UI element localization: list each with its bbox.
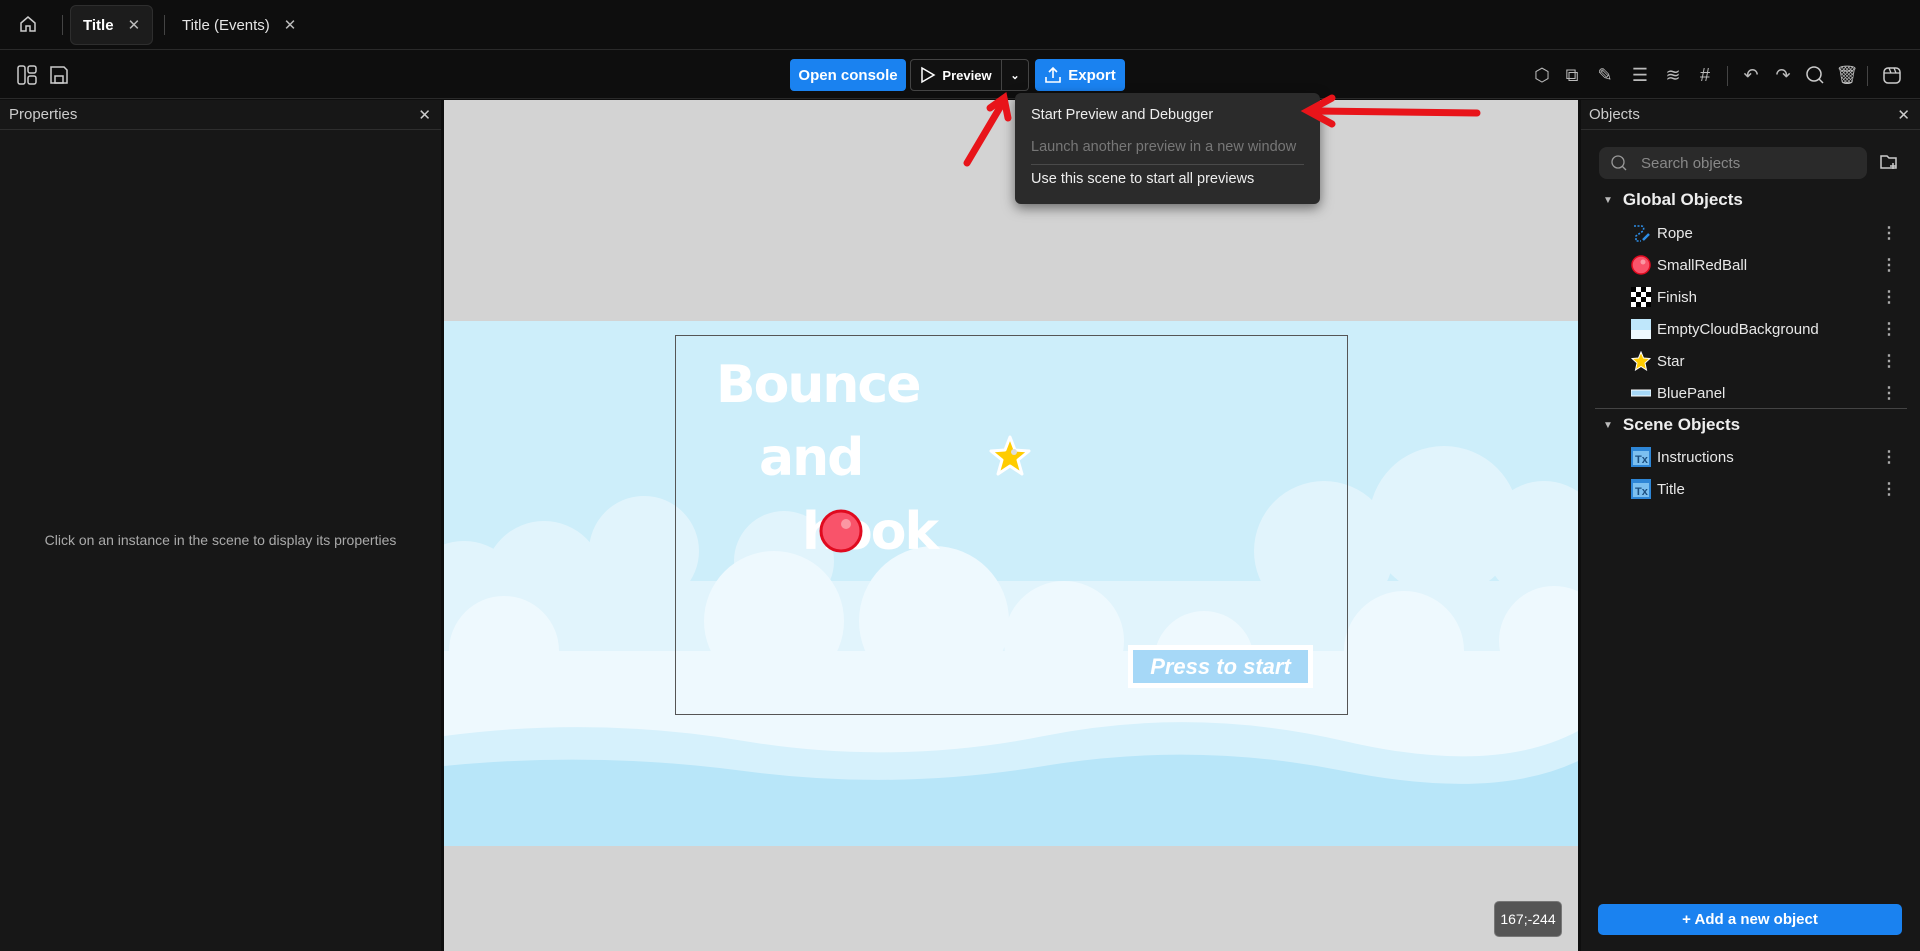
item-label: SmallRedBall — [1657, 256, 1748, 274]
item-label: Rope — [1657, 224, 1693, 242]
cursor-coordinates: 167;-244 — [1494, 901, 1562, 937]
list-item[interactable]: Rope ⋮ — [1581, 217, 1920, 249]
more-options-icon[interactable]: ⋮ — [1881, 319, 1897, 339]
grid-hash-icon[interactable]: # — [1694, 64, 1716, 86]
scene-properties-icon[interactable] — [1881, 64, 1903, 86]
add-folder-icon[interactable] — [1879, 152, 1899, 175]
global-objects-header[interactable]: ▼ Global Objects — [1603, 190, 1743, 210]
empty-properties-message: Click on an instance in the scene to dis… — [44, 532, 397, 548]
menu-item-use-scene-start-previews[interactable]: Use this scene to start all previews — [1031, 171, 1254, 187]
tab-title-events[interactable]: Title (Events) ✕ — [170, 5, 308, 45]
search-objects-input[interactable]: Search objects — [1599, 147, 1867, 179]
objects-panel: Objects ✕ Search objects ▼ Global Objects … — [1581, 100, 1920, 951]
button-label: Export — [1068, 66, 1116, 84]
search-placeholder: Search objects — [1641, 154, 1741, 172]
menu-item-launch-new-window: Launch another preview in a new window — [1031, 139, 1297, 155]
tab-bar: Title ✕ Title (Events) ✕ — [0, 0, 1920, 50]
press-to-start-panel[interactable]: Press to start — [1128, 645, 1313, 688]
redo-icon[interactable]: ↷ — [1772, 64, 1794, 86]
close-icon[interactable]: ✕ — [284, 16, 297, 34]
more-options-icon[interactable]: ⋮ — [1881, 351, 1897, 371]
toolbar: Open console Preview ⌄ Export ⬡ ⧉ ✎ ☰ ≋ … — [0, 51, 1920, 99]
more-options-icon[interactable]: ⋮ — [1881, 447, 1897, 467]
upload-icon — [1045, 66, 1062, 83]
export-button[interactable]: Export — [1035, 59, 1125, 91]
star-sprite[interactable] — [988, 434, 1032, 478]
object-groups-icon[interactable]: ⧉ — [1561, 64, 1583, 86]
layers-icon[interactable]: ≋ — [1662, 64, 1684, 86]
red-ball-icon — [1631, 255, 1651, 275]
title-line: and — [759, 428, 864, 488]
text-object-icon: Tx — [1631, 479, 1651, 499]
tab-title[interactable]: Title ✕ — [70, 5, 154, 45]
scene-objects-header[interactable]: ▼ Scene Objects — [1603, 415, 1740, 435]
item-label: BluePanel — [1657, 384, 1726, 402]
caret-down-icon: ▼ — [1603, 194, 1613, 206]
caret-down-icon: ▼ — [1603, 419, 1613, 431]
more-options-icon[interactable]: ⋮ — [1881, 255, 1897, 275]
list-item[interactable]: Tx Instructions ⋮ — [1581, 441, 1920, 473]
3d-cube-icon[interactable]: ⬡ — [1531, 64, 1553, 86]
list-item[interactable]: Tx Title ⋮ — [1581, 473, 1920, 505]
group-label: Scene Objects — [1622, 415, 1741, 434]
more-options-icon[interactable]: ⋮ — [1881, 223, 1897, 243]
item-label: EmptyCloudBackground — [1657, 320, 1819, 338]
button-label: Open console — [798, 66, 898, 84]
preview-button[interactable]: Preview — [910, 59, 1002, 91]
list-item[interactable]: BluePanel ⋮ — [1581, 377, 1920, 409]
item-label: Instructions — [1657, 448, 1734, 466]
item-label: Title — [1657, 480, 1685, 498]
close-icon[interactable]: ✕ — [418, 106, 431, 124]
button-label: Preview — [942, 67, 992, 83]
list-item[interactable]: Star ⋮ — [1581, 345, 1920, 377]
item-label: Star — [1657, 352, 1685, 370]
checkered-flag-icon — [1631, 287, 1651, 307]
divider — [1031, 164, 1304, 165]
close-icon[interactable]: ✕ — [1897, 106, 1910, 124]
tab-label: Title — [83, 16, 114, 34]
search-icon — [1611, 155, 1627, 171]
item-label: Finish — [1657, 288, 1698, 306]
preview-options-dropdown[interactable]: ⌄ — [1002, 59, 1029, 91]
text-object-icon: Tx — [1631, 447, 1651, 467]
panels-layout-icon[interactable] — [16, 64, 38, 86]
press-to-start-text: Press to start — [1133, 650, 1308, 683]
blue-panel-icon — [1631, 389, 1651, 397]
rope-icon — [1634, 225, 1650, 242]
trash-icon[interactable]: 🗑 — [1836, 64, 1859, 86]
red-ball-sprite[interactable] — [818, 508, 864, 554]
svg-text:Tx: Tx — [1635, 486, 1649, 498]
undo-icon[interactable]: ↶ — [1740, 64, 1762, 86]
open-console-button[interactable]: Open console — [790, 59, 906, 91]
panel-title: Properties — [9, 106, 78, 123]
tab-label: Title (Events) — [182, 16, 270, 34]
home-icon[interactable] — [18, 14, 38, 34]
list-item[interactable]: SmallRedBall ⋮ — [1581, 249, 1920, 281]
more-options-icon[interactable]: ⋮ — [1881, 287, 1897, 307]
close-icon[interactable]: ✕ — [128, 16, 141, 34]
save-icon[interactable] — [48, 64, 70, 86]
zoom-search-icon[interactable] — [1804, 64, 1826, 86]
menu-item-start-preview-debugger[interactable]: Start Preview and Debugger — [1031, 107, 1213, 123]
divider — [1595, 408, 1907, 409]
group-label: Global Objects — [1622, 190, 1743, 209]
list-item[interactable]: EmptyCloudBackground ⋮ — [1581, 313, 1920, 345]
scene-canvas[interactable]: Bounce and hook Press to start 167;-244 — [444, 100, 1578, 951]
chevron-down-icon: ⌄ — [1010, 69, 1020, 82]
title-line: Bounce — [716, 355, 921, 415]
cloud-background-icon — [1631, 319, 1651, 339]
list-item[interactable]: Finish ⋮ — [1581, 281, 1920, 313]
star-icon — [1631, 351, 1651, 371]
more-options-icon[interactable]: ⋮ — [1881, 383, 1897, 403]
panel-title: Objects — [1589, 106, 1640, 123]
edit-pencil-icon[interactable]: ✎ — [1594, 64, 1616, 86]
preview-options-menu: Start Preview and Debugger Launch anothe… — [1015, 93, 1320, 204]
svg-text:Tx: Tx — [1635, 454, 1649, 466]
play-icon — [921, 66, 936, 84]
layers-list-icon[interactable]: ☰ — [1629, 64, 1651, 86]
more-options-icon[interactable]: ⋮ — [1881, 479, 1897, 499]
add-new-object-button[interactable]: + Add a new object — [1598, 904, 1902, 935]
properties-panel: Properties ✕ Click on an instance in the … — [0, 100, 441, 951]
